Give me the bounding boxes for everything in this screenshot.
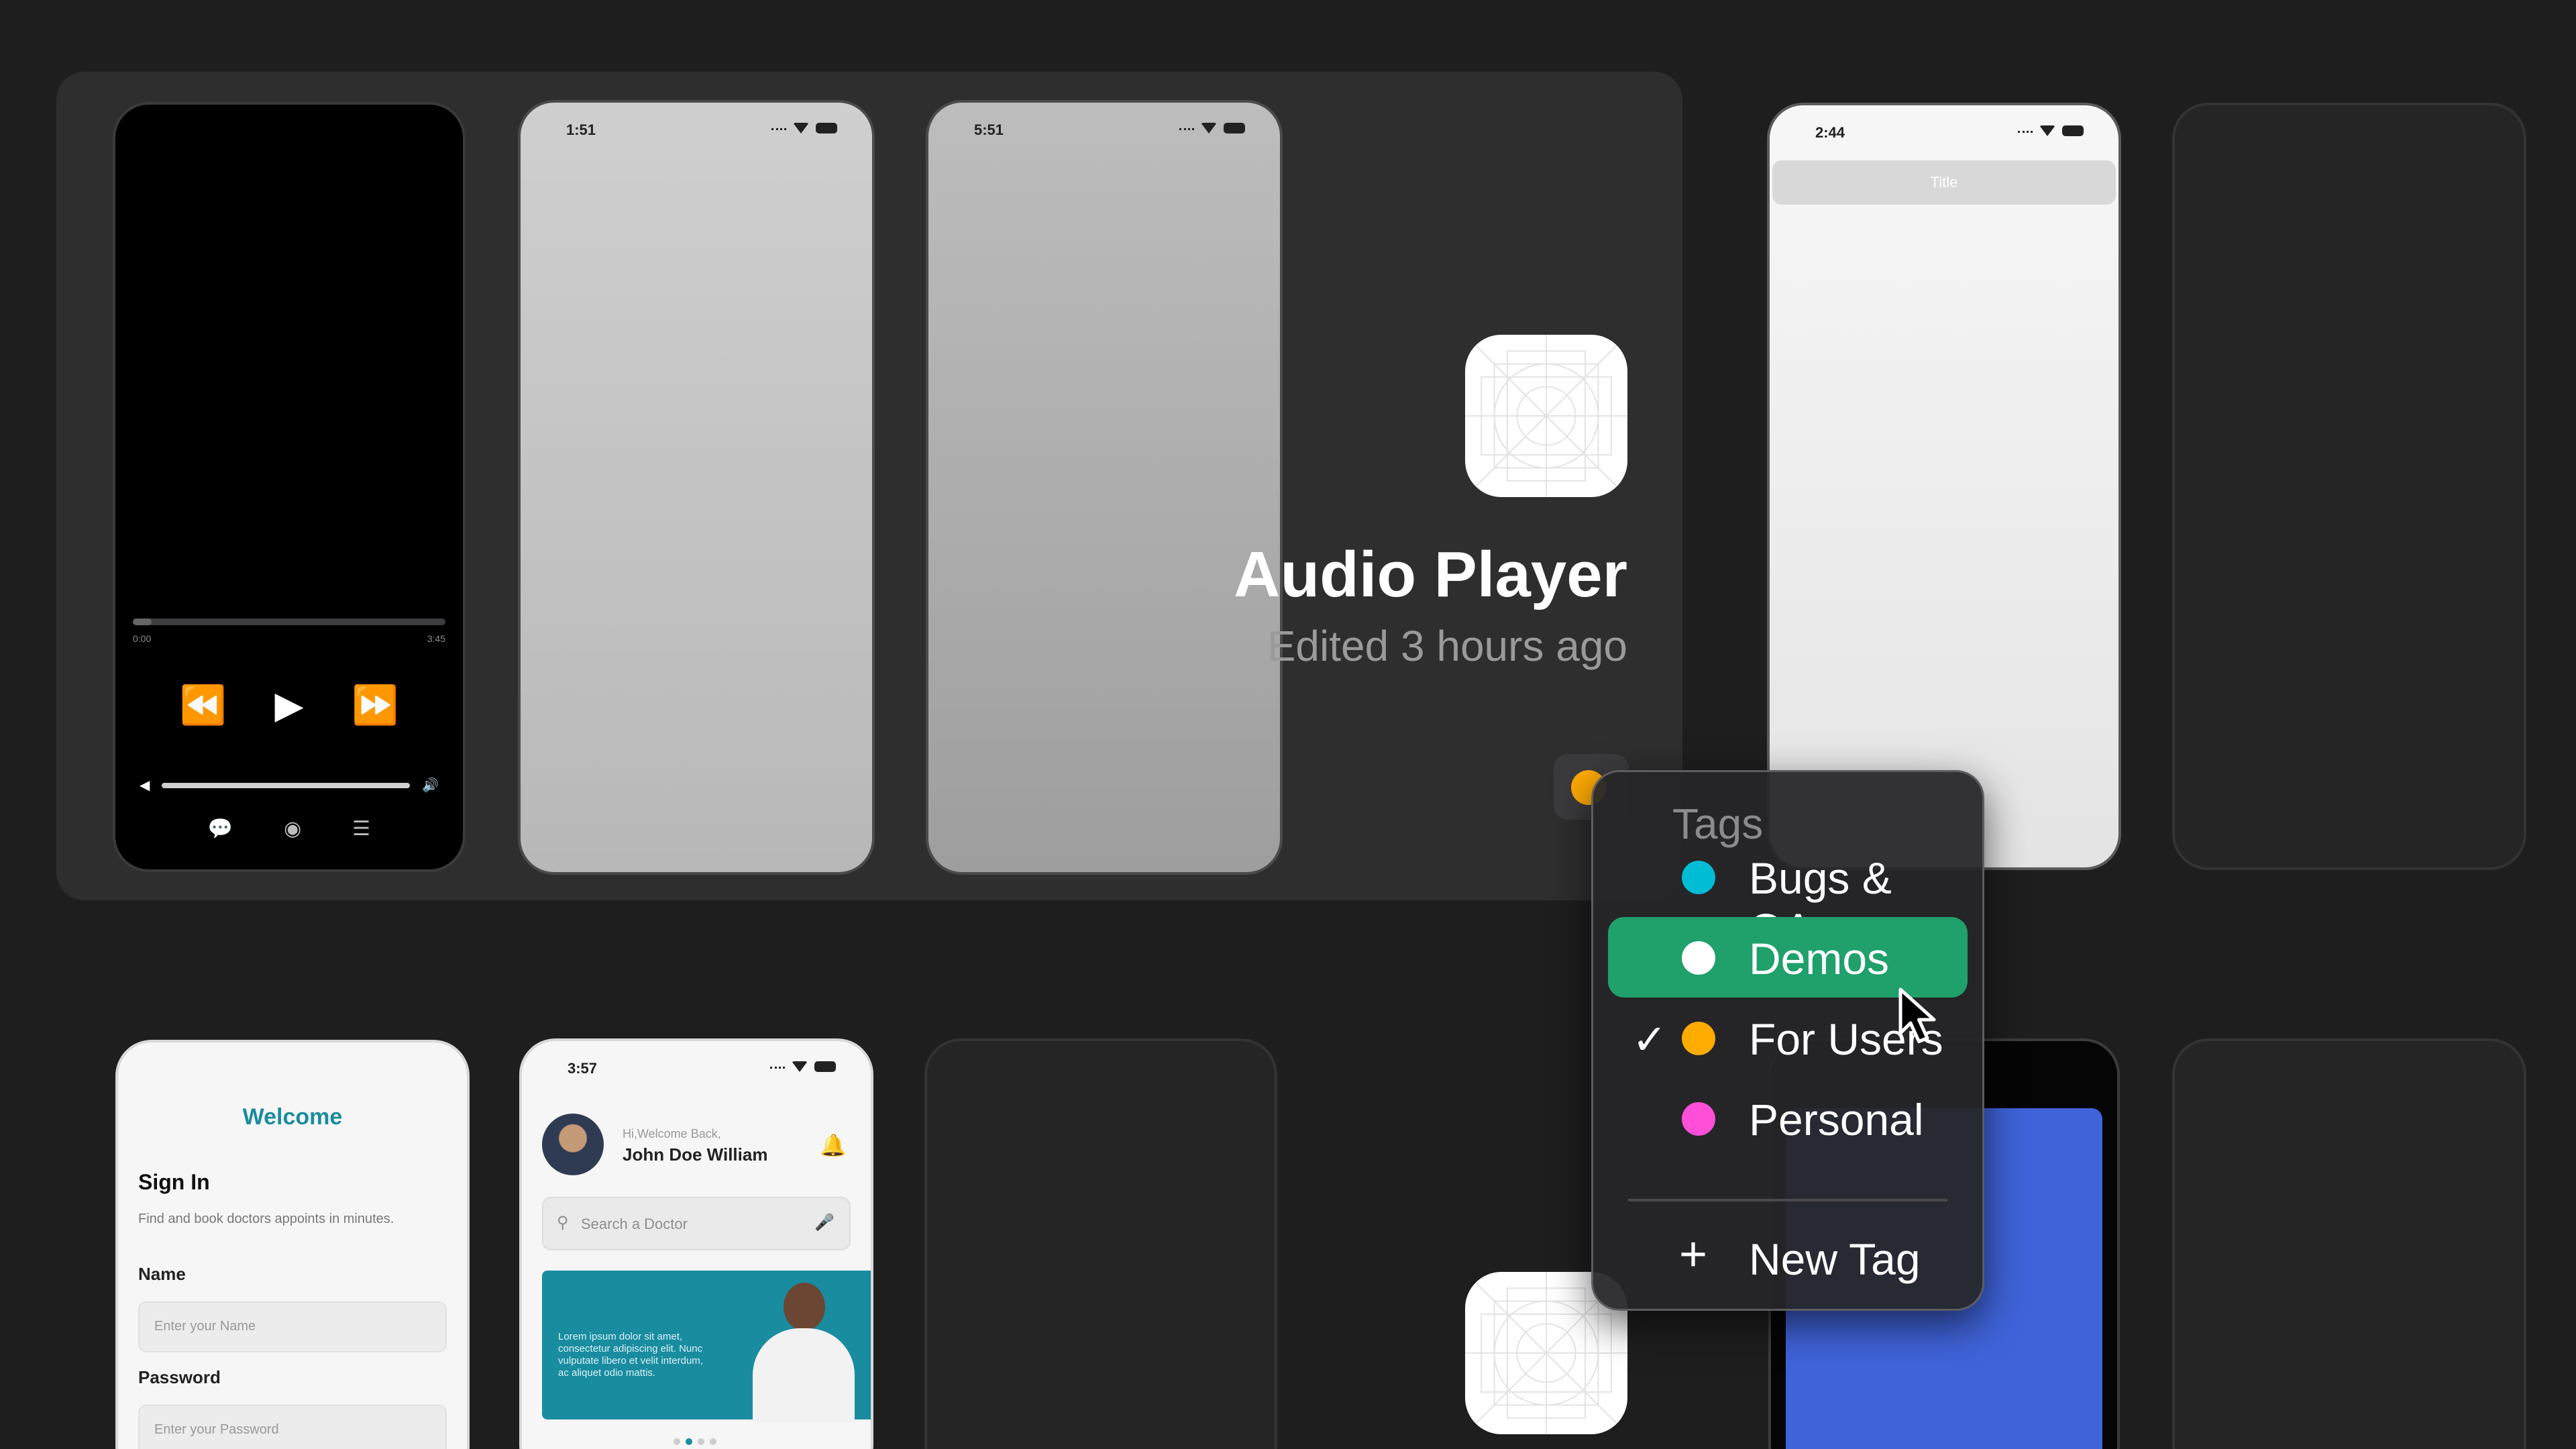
empty-screen-thumbnail[interactable] (924, 1038, 1277, 1449)
screen-thumbnail[interactable]: 5:51 (926, 100, 1283, 875)
search-placeholder: Search a Doctor (581, 1216, 688, 1232)
doctor-home-screen[interactable]: 3:57 Hi,Welcome Back, John Doe William 🔔… (519, 1038, 873, 1449)
status-bar: 1:51 (521, 116, 872, 143)
pager-dot[interactable] (698, 1438, 704, 1445)
avatar[interactable] (542, 1114, 604, 1175)
greeting-text: Hi,Welcome Back, (623, 1127, 721, 1140)
carousel-pager[interactable] (674, 1438, 716, 1445)
audio-player-screen[interactable]: 0:00 3:45 ⏪ ▶ ⏩ ◀ 🔊 💬 ◉ ☰ (113, 102, 466, 872)
status-time: 2:44 (1815, 124, 1845, 141)
wifi-icon (792, 1061, 808, 1072)
tag-color-dot (1682, 941, 1715, 975)
status-time: 5:51 (974, 121, 1004, 138)
duration-time: 3:45 (427, 633, 445, 644)
airplay-icon[interactable]: ◉ (284, 817, 301, 841)
promo-banner[interactable]: Lorem ipsum dolor sit amet, consectetur … (542, 1271, 871, 1422)
status-time: 3:57 (568, 1060, 598, 1077)
battery-icon (814, 1061, 836, 1072)
plus-icon: + (1679, 1228, 1708, 1281)
battery-icon (2062, 125, 2084, 136)
pager-dot-active[interactable] (686, 1438, 692, 1445)
tag-item-personal[interactable]: Personal (1608, 1078, 1968, 1159)
app-icon (1465, 335, 1627, 497)
project-edited-time: Edited 3 hours ago (1267, 622, 1627, 670)
volume-low-icon: ◀ (140, 778, 150, 793)
pager-dot[interactable] (710, 1438, 716, 1445)
battery-icon (1224, 123, 1245, 133)
doctor-illustration (750, 1279, 857, 1422)
tag-item-demos[interactable]: Demos (1608, 917, 1968, 998)
volume-high-icon: 🔊 (422, 778, 439, 793)
pager-dot[interactable] (674, 1438, 680, 1445)
password-label: Password (138, 1367, 221, 1387)
welcome-title: Welcome (242, 1104, 343, 1130)
screen-thumbnail[interactable]: 2:44 Title (1767, 103, 2121, 870)
password-field[interactable]: Enter your Password (138, 1405, 447, 1449)
wifi-icon (2039, 125, 2055, 136)
tag-label: Demos (1749, 934, 1890, 983)
signin-screen[interactable]: Welcome Sign In Find and book doctors ap… (115, 1040, 470, 1449)
menu-divider (1628, 1199, 1947, 1201)
tag-color-dot (1682, 861, 1715, 894)
screen-thumbnail[interactable]: 1:51 (518, 100, 875, 875)
playback-progress-bar[interactable] (133, 619, 445, 625)
status-time: 1:51 (566, 121, 596, 138)
signal-icon (2018, 129, 2033, 133)
volume-track[interactable] (162, 782, 411, 788)
status-bar: 3:57 (522, 1055, 871, 1081)
volume-slider[interactable]: ◀ 🔊 (140, 777, 439, 794)
signin-description: Find and book doctors appoints in minute… (138, 1212, 394, 1226)
tag-item-bugs-qa[interactable]: Bugs & QA (1608, 837, 1968, 954)
wifi-icon (1201, 123, 1217, 133)
tag-label: Personal (1749, 1095, 1924, 1144)
fast-forward-icon[interactable]: ⏩ (352, 683, 398, 727)
signal-icon (770, 1065, 785, 1069)
rewind-icon[interactable]: ⏪ (180, 683, 227, 727)
microphone-icon[interactable]: 🎤 (814, 1213, 835, 1232)
progress-fill (133, 619, 152, 625)
battery-icon (816, 123, 837, 133)
search-icon: ⚲ (557, 1214, 569, 1232)
tag-color-dot (1682, 1022, 1715, 1055)
play-icon[interactable]: ▶ (274, 683, 303, 727)
project-title: Audio Player (1234, 539, 1627, 610)
banner-text: Lorem ipsum dolor sit amet, consectetur … (558, 1331, 703, 1379)
new-tag-button[interactable]: + New Tag (1608, 1215, 1968, 1295)
queue-icon[interactable]: ☰ (352, 817, 370, 841)
nav-bar-title: Title (1772, 160, 2116, 205)
new-tag-label: New Tag (1749, 1234, 1921, 1284)
status-bar: 5:51 (928, 116, 1280, 143)
mouse-cursor-icon (1898, 987, 1936, 1043)
status-bar: 2:44 (1770, 119, 2118, 146)
lyrics-icon[interactable]: 💬 (208, 817, 233, 841)
empty-screen-thumbnail[interactable] (2172, 1038, 2526, 1449)
name-label: Name (138, 1264, 186, 1284)
user-name: John Doe William (623, 1144, 768, 1165)
signal-icon (1179, 126, 1194, 130)
empty-screen-thumbnail[interactable] (2172, 103, 2526, 870)
notification-bell-icon[interactable]: 🔔 (820, 1132, 847, 1158)
doctor-search-input[interactable]: ⚲ Search a Doctor 🎤 (542, 1197, 851, 1250)
wifi-icon (793, 123, 809, 133)
signin-heading: Sign In (138, 1170, 210, 1194)
signal-icon (771, 126, 786, 130)
name-field[interactable]: Enter your Name (138, 1301, 447, 1352)
tag-color-dot (1682, 1102, 1715, 1136)
elapsed-time: 0:00 (133, 633, 152, 644)
checkmark-icon: ✓ (1632, 1017, 1667, 1063)
